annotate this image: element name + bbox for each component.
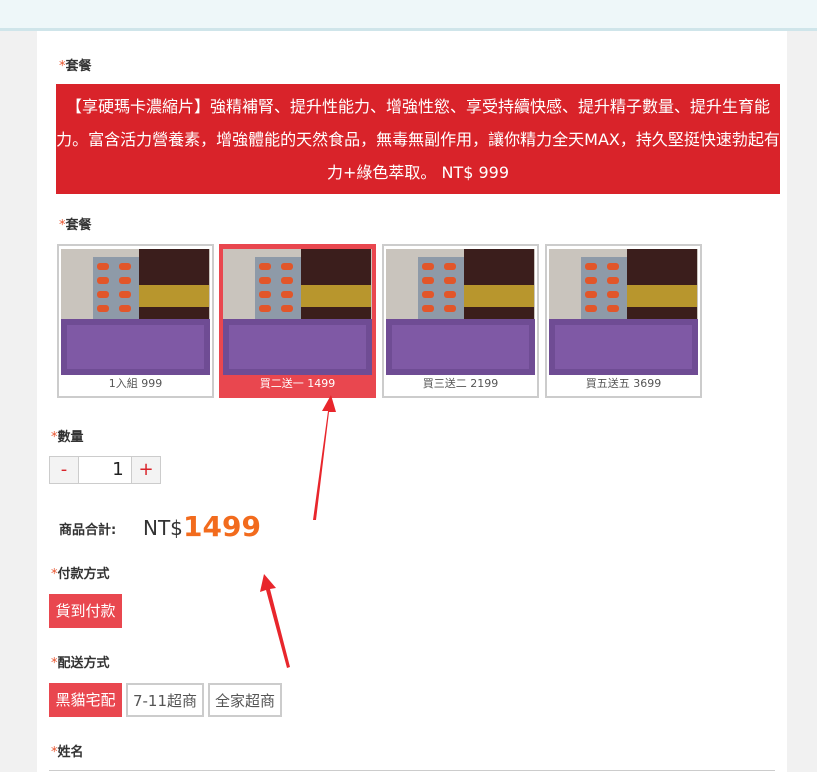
package-label-text: 套餐 — [65, 59, 92, 74]
package-caption: 買五送五 3699 — [585, 377, 662, 390]
package-option-3[interactable]: 買三送二 2199 — [382, 244, 539, 398]
shipping-option-home-delivery[interactable]: 黑貓宅配 — [49, 683, 122, 717]
product-description-banner[interactable]: 【享硬瑪卡濃縮片】強精補腎、提升性能力、增強性慾、享受持續快感、提升精子數量、提… — [56, 84, 780, 194]
package-option-2[interactable]: 買二送一 1499 — [219, 244, 376, 398]
top-bar — [0, 0, 817, 31]
shipping-method-label-text: 配送方式 — [57, 656, 110, 671]
quantity-plus-button[interactable]: + — [131, 456, 161, 484]
payment-option-cod[interactable]: 貨到付款 — [49, 594, 122, 628]
package-caption: 買二送一 1499 — [259, 377, 336, 390]
total-currency: NT$ — [143, 516, 183, 540]
name-input-border[interactable] — [49, 770, 775, 771]
payment-method-label: *付款方式 — [51, 563, 110, 582]
package-option-1[interactable]: 1入組 999 — [57, 244, 214, 398]
shipping-method-label: *配送方式 — [51, 652, 110, 671]
package-selector-label-text: 套餐 — [65, 218, 92, 233]
shipping-option-family-mart[interactable]: 全家超商 — [208, 683, 282, 717]
package-caption: 買三送二 2199 — [422, 377, 499, 390]
product-image — [223, 249, 372, 375]
package-option-4[interactable]: 買五送五 3699 — [545, 244, 702, 398]
quantity-label: *數量 — [51, 426, 84, 445]
package-caption: 1入組 999 — [108, 377, 163, 390]
name-label: *姓名 — [51, 741, 84, 760]
package-selector-label: *套餐 — [59, 214, 92, 233]
product-image — [386, 249, 535, 375]
total-label: 商品合計: — [59, 523, 117, 538]
name-label-text: 姓名 — [57, 745, 84, 760]
banner-text: 【享硬瑪卡濃縮片】強精補腎、提升性能力、增強性慾、享受持續快感、提升精子數量、提… — [56, 97, 780, 182]
package-label: *套餐 — [59, 55, 92, 74]
quantity-minus-button[interactable]: - — [49, 456, 79, 484]
shipping-option-711[interactable]: 7-11超商 — [126, 683, 204, 717]
payment-method-label-text: 付款方式 — [57, 567, 110, 582]
total-amount: 1499 — [183, 510, 261, 543]
quantity-label-text: 數量 — [57, 430, 84, 445]
product-image — [549, 249, 698, 375]
product-image — [61, 249, 210, 375]
